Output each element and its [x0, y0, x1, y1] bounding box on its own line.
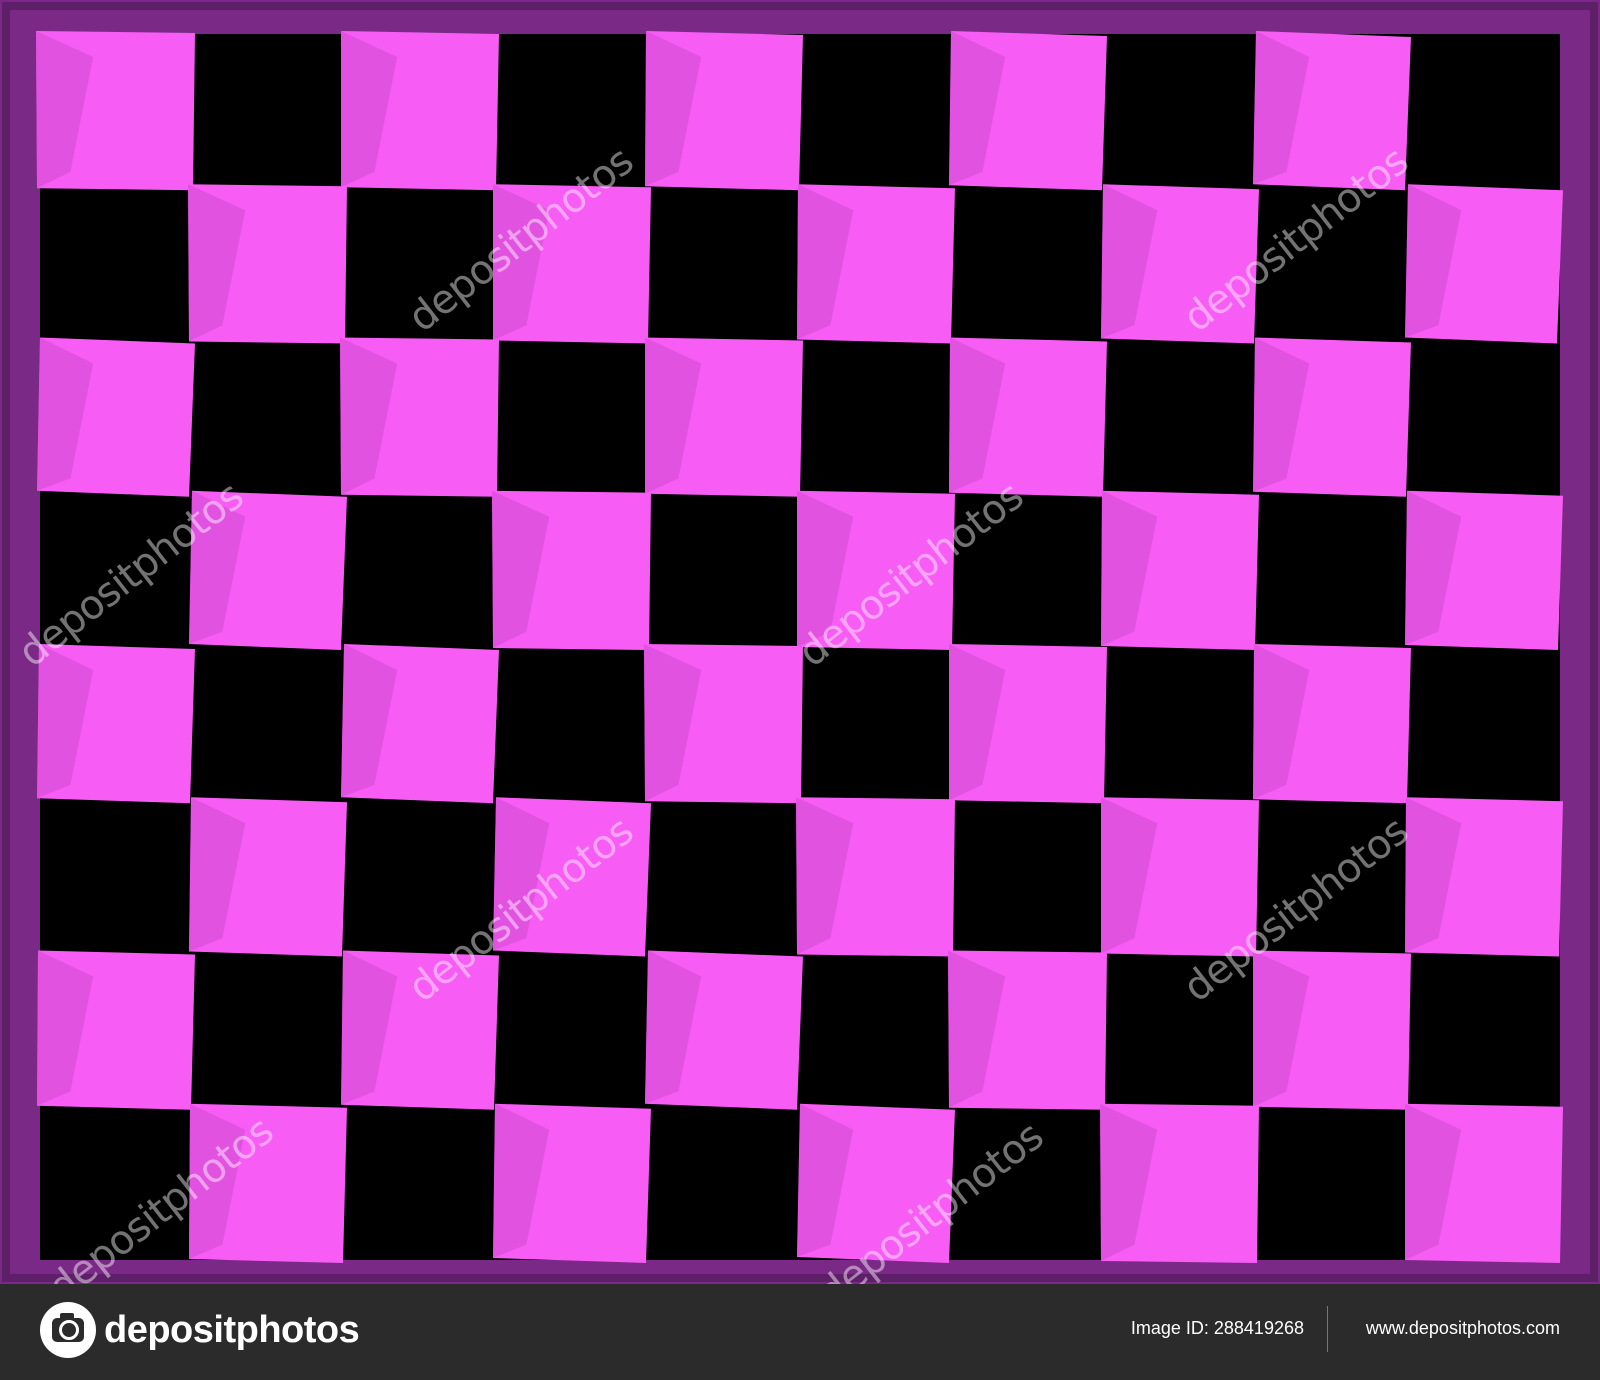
pink-square — [797, 490, 955, 650]
pink-square — [1405, 490, 1563, 650]
stock-artwork: depositphotos depositphotos depositphoto… — [0, 0, 1600, 1284]
image-id-label: Image ID: 288419268 — [1130, 1318, 1304, 1338]
pink-square — [644, 644, 803, 804]
pink-square — [949, 644, 1107, 804]
site-url-link[interactable]: www.depositphotos.com — [1366, 1318, 1560, 1339]
pink-square — [341, 950, 499, 1110]
pink-square — [1100, 1103, 1259, 1263]
pink-square — [1101, 184, 1259, 344]
pink-square — [949, 337, 1107, 497]
pink-square — [1101, 490, 1259, 650]
pink-square — [37, 950, 195, 1110]
pink-square — [188, 184, 347, 344]
checkerboard — [2, 2, 1598, 1282]
logo-text: depositphotos — [104, 1308, 360, 1351]
pink-square — [1405, 1103, 1563, 1263]
pink-square — [37, 644, 195, 804]
pink-square — [1253, 31, 1411, 191]
pink-square — [797, 1103, 955, 1263]
pink-square — [948, 950, 1107, 1110]
pink-square — [492, 490, 651, 650]
pink-square — [1405, 184, 1563, 344]
pink-square — [189, 1103, 347, 1263]
pink-square — [341, 644, 499, 804]
pink-square — [1101, 797, 1259, 957]
pink-square — [1253, 644, 1411, 804]
pink-square — [1405, 797, 1563, 957]
pink-square — [189, 490, 347, 650]
pink-square — [493, 184, 651, 344]
pink-square — [1253, 950, 1411, 1110]
footer-divider — [1327, 1306, 1328, 1352]
pink-square — [189, 797, 347, 957]
pink-square — [341, 31, 499, 191]
pink-square — [645, 950, 803, 1110]
depositphotos-logo[interactable]: depositphotos — [40, 1302, 360, 1358]
pink-square — [493, 1103, 651, 1263]
pink-square — [797, 184, 955, 344]
pink-square — [340, 337, 499, 497]
camera-icon — [40, 1302, 96, 1358]
pink-square — [493, 797, 651, 957]
pink-square — [796, 797, 955, 957]
pink-square — [37, 337, 195, 497]
footer-bar: depositphotos Image ID: 288419268 www.de… — [0, 1284, 1600, 1380]
pink-square — [36, 31, 195, 191]
pink-square — [1253, 337, 1411, 497]
pink-square — [949, 31, 1107, 191]
pink-square — [645, 31, 803, 191]
pink-square — [645, 337, 803, 497]
